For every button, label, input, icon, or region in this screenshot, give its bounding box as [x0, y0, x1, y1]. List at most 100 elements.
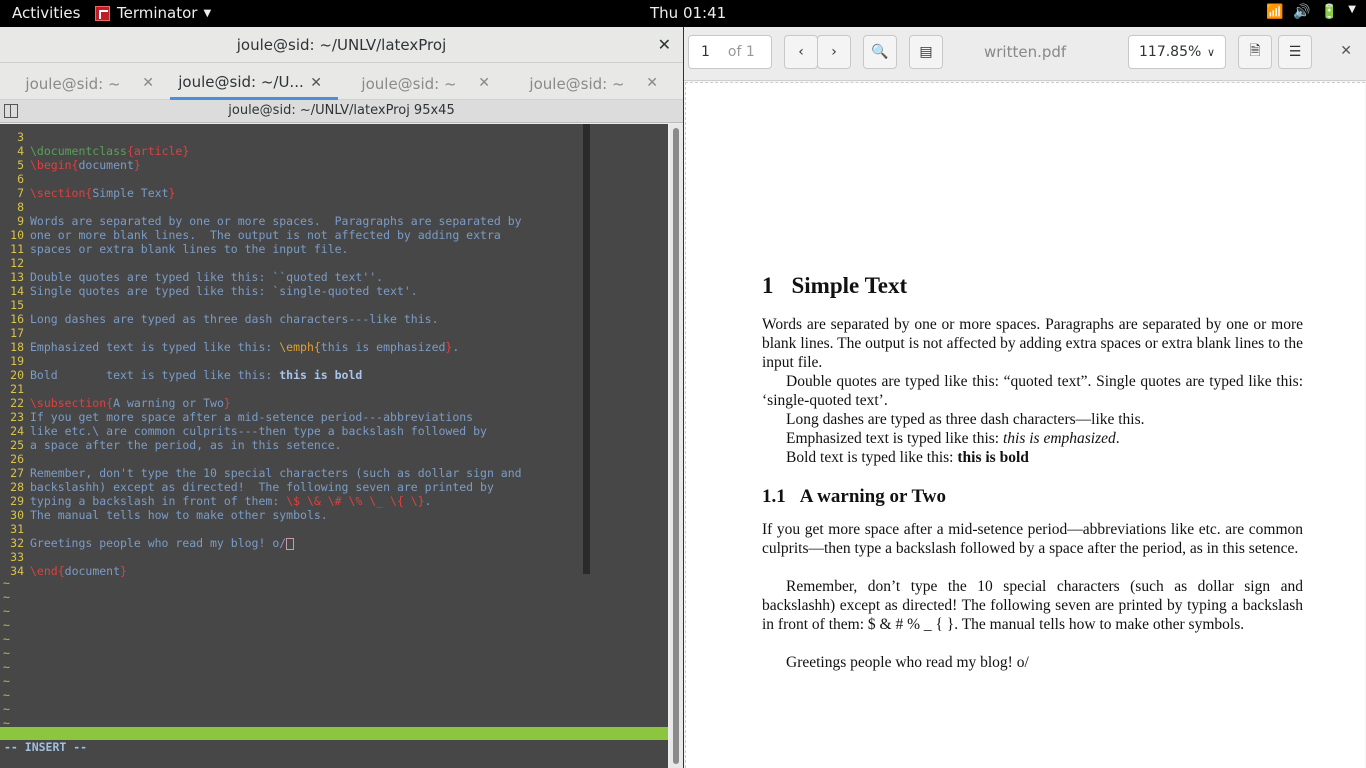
vim-line[interactable]: 11 spaces or extra blank lines to the inp… [0, 242, 348, 256]
next-page-button[interactable]: › [817, 35, 851, 69]
activities-button[interactable]: Activities [12, 4, 80, 22]
clock[interactable]: Thu 01:41 [650, 4, 726, 22]
previous-page-button[interactable]: ‹ [784, 35, 818, 69]
line-number: 26 [10, 452, 24, 466]
system-tray[interactable]: 📶 🔊 🔋 ▼ [1266, 4, 1356, 20]
vim-line[interactable]: 19 [0, 354, 30, 368]
line-number: 29 [10, 494, 24, 508]
vim-line[interactable]: 26 [0, 452, 30, 466]
vim-line[interactable]: 8 [0, 200, 30, 214]
line-number: 3 [17, 130, 24, 144]
line-number: 12 [10, 256, 24, 270]
vim-line[interactable]: 30 The manual tells how to make other sym… [0, 508, 328, 522]
vim-line[interactable]: 7 \section{Simple Text} [0, 186, 175, 200]
line-number: 7 [17, 186, 24, 200]
vim-line[interactable]: 13 Double quotes are typed like this: ``q… [0, 270, 383, 284]
page-current[interactable]: 1 [701, 44, 710, 60]
tab-3[interactable]: joule@sid: ~ ✕ [338, 67, 506, 100]
vim-text-area[interactable]: 3 4 \documentclass{article} 5 \begin{documen… [0, 124, 590, 578]
app-name: Terminator [117, 4, 198, 22]
line-number: 14 [10, 284, 24, 298]
chevron-down-icon: ▼ [203, 7, 212, 19]
line-text: Long dashes are typed as three dash char… [30, 312, 439, 326]
scrollbar-thumb[interactable] [673, 128, 679, 764]
vim-line[interactable]: 14 Single quotes are typed like this: `si… [0, 284, 418, 298]
window-titlebar[interactable]: joule@sid: ~/UNLV/latexProj ✕ [0, 27, 683, 63]
vim-line[interactable]: 23 If you get more space after a mid-sete… [0, 410, 473, 424]
text: Bold text is typed like this: [786, 449, 958, 466]
document-title: written.pdf [984, 43, 1067, 61]
clipboard-icon: ▤ [919, 44, 933, 60]
close-icon[interactable]: ✕ [1340, 43, 1352, 59]
line-text: one or more blank lines. The output is n… [30, 228, 501, 242]
line-number: 21 [10, 382, 24, 396]
close-icon[interactable]: ✕ [478, 75, 490, 91]
page-number-field[interactable]: 1 of 1 [688, 35, 772, 69]
line-number: 11 [10, 242, 24, 256]
vim-line[interactable]: 27 Remember, don't type the 10 special ch… [0, 466, 521, 480]
empty-line-marker: ~ [3, 590, 10, 604]
vim-line[interactable]: 12 [0, 256, 30, 270]
line-number: 25 [10, 438, 24, 452]
vim-line[interactable]: 4 \documentclass{article} [0, 144, 189, 158]
line-text: Emphasized text is typed like this: \emp… [30, 340, 460, 354]
vim-line[interactable]: 16 Long dashes are typed as three dash ch… [0, 312, 439, 326]
line-text: \end{document} [30, 564, 127, 578]
vim-line[interactable]: 25 a space after the period, as in this s… [0, 438, 341, 452]
terminal-scrollbar[interactable] [670, 124, 683, 768]
line-number: 20 [10, 368, 24, 382]
vim-line[interactable]: 15 [0, 298, 30, 312]
section-heading: 1 Simple Text [762, 273, 907, 299]
empty-line-marker: ~ [3, 632, 10, 646]
zoom-select[interactable]: 117.85% ∨ [1128, 35, 1226, 69]
tab-1[interactable]: joule@sid: ~ ✕ [2, 67, 170, 100]
vim-line[interactable]: 3 [0, 130, 30, 144]
vim-line[interactable]: 18 Emphasized text is typed like this: \e… [0, 340, 459, 354]
subsection-number: 1.1 [762, 486, 786, 507]
empty-line-marker: ~ [3, 660, 10, 674]
chevron-left-icon: ‹ [798, 44, 804, 60]
document-icon: 🗎 [1249, 43, 1261, 59]
vim-line[interactable]: 17 [0, 326, 30, 340]
chevron-down-icon: ▼ [1348, 4, 1356, 15]
line-text: \section{Simple Text} [30, 186, 176, 200]
line-text: \begin{document} [30, 158, 141, 172]
chevron-right-icon: › [831, 44, 837, 60]
line-number: 18 [10, 340, 24, 354]
vim-line[interactable]: 33 [0, 550, 30, 564]
vim-line[interactable]: 9 Words are separated by one or more spac… [0, 214, 522, 228]
gnome-top-bar: Activities Terminator ▼ Thu 01:41 📶 🔊 🔋 … [0, 0, 1366, 27]
vim-line[interactable]: 20 Bold text is typed like this: this is … [0, 368, 362, 382]
view-mode-button[interactable]: 🗎 [1238, 35, 1272, 69]
vim-line[interactable]: 31 [0, 522, 30, 536]
line-text: If you get more space after a mid-setenc… [30, 410, 474, 424]
close-icon[interactable]: ✕ [142, 75, 154, 91]
line-text: like etc.\ are common culprits---then ty… [30, 424, 487, 438]
close-icon[interactable]: ✕ [310, 75, 322, 91]
vim-line[interactable]: 5 \begin{document} [0, 158, 141, 172]
vim-line[interactable]: 34 \end{document} [0, 564, 127, 578]
vim-line[interactable]: 24 like etc.\ are common culprits---then … [0, 424, 487, 438]
close-icon[interactable]: ✕ [646, 75, 658, 91]
volume-icon: 🔊 [1293, 4, 1311, 20]
line-number: 8 [17, 200, 24, 214]
search-icon: 🔍 [871, 44, 889, 60]
vim-line[interactable]: 10 one or more blank lines. The output is… [0, 228, 501, 242]
line-number: 9 [17, 214, 24, 228]
app-menu[interactable]: Terminator ▼ [95, 4, 211, 22]
vim-line[interactable]: 21 [0, 382, 30, 396]
line-number: 4 [17, 144, 24, 158]
tab-4[interactable]: joule@sid: ~ ✕ [506, 67, 674, 100]
vim-line[interactable]: 29 typing a backslash in front of them: \… [0, 494, 431, 508]
vim-line[interactable]: 32 Greetings people who read my blog! o/ [0, 536, 295, 550]
vim-line[interactable]: 28 backslashh) except as directed! The fo… [0, 480, 494, 494]
close-icon[interactable]: ✕ [658, 35, 671, 54]
annotations-button[interactable]: ▤ [909, 35, 943, 69]
menu-button[interactable]: ☰ [1278, 35, 1312, 69]
vim-line[interactable]: 6 [0, 172, 30, 186]
tab-2[interactable]: joule@sid: ~/U... ✕ [170, 67, 338, 100]
vim-editor[interactable]: 3 4 \documentclass{article} 5 \begin{documen… [0, 124, 668, 768]
line-number: 10 [10, 228, 24, 242]
search-button[interactable]: 🔍 [863, 35, 897, 69]
vim-line[interactable]: 22 \subsection{A warning or Two} [0, 396, 231, 410]
